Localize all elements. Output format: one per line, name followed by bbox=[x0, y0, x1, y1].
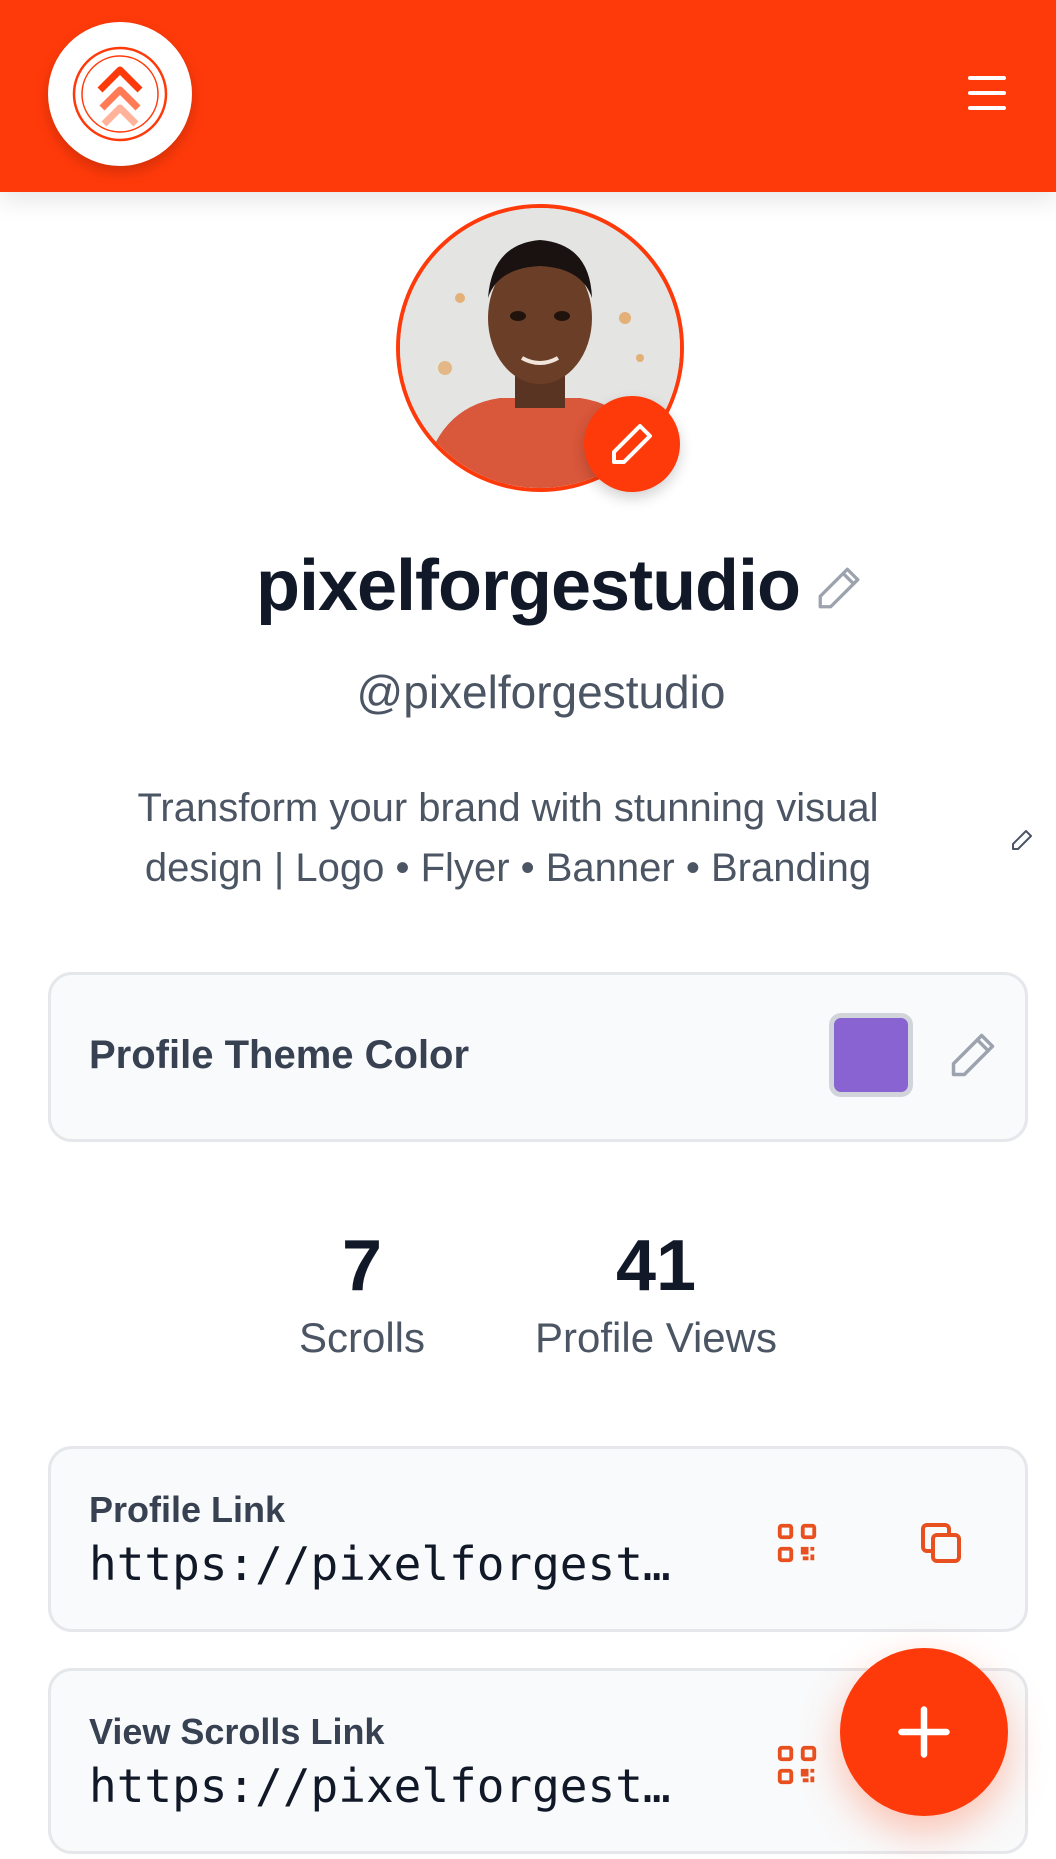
stat-label: Scrolls bbox=[298, 1314, 426, 1361]
qr-code-icon bbox=[777, 1745, 817, 1785]
qr-code-button[interactable] bbox=[769, 1737, 825, 1793]
link-url: https://pixelforgestudio.example.com/pro… bbox=[89, 1537, 689, 1591]
theme-color-label: Profile Theme Color bbox=[89, 1033, 470, 1077]
theme-color-card: Profile Theme Color bbox=[48, 972, 1028, 1142]
app-header bbox=[0, 0, 1056, 192]
display-name: pixelforgestudio bbox=[255, 546, 801, 626]
stat-value: 7 bbox=[341, 1226, 383, 1306]
plus-icon bbox=[898, 1706, 950, 1758]
pencil-icon bbox=[612, 424, 652, 464]
copy-icon bbox=[921, 1523, 961, 1563]
theme-color-swatch[interactable] bbox=[829, 1013, 913, 1097]
stat-value: 41 bbox=[615, 1226, 697, 1306]
copy-link-button[interactable] bbox=[913, 1515, 969, 1571]
link-title: Profile Link bbox=[89, 1489, 286, 1530]
edit-theme-icon[interactable] bbox=[947, 1029, 999, 1081]
stat-profile-views: 41 Profile Views bbox=[516, 1226, 796, 1366]
profile-link-card: Profile Link https://pixelforgestudio.ex… bbox=[48, 1446, 1028, 1632]
edit-avatar-button[interactable] bbox=[584, 396, 680, 492]
display-name-row: pixelforgestudio bbox=[0, 545, 1056, 627]
edit-bio-icon[interactable] bbox=[1010, 828, 1034, 852]
stat-label: Profile Views bbox=[535, 1314, 777, 1361]
qr-code-button[interactable] bbox=[769, 1515, 825, 1571]
link-url: https://pixelforgestudio.example.com/scr… bbox=[89, 1759, 689, 1813]
hamburger-menu-icon[interactable] bbox=[968, 76, 1006, 110]
double-chevron-up-icon bbox=[72, 46, 168, 142]
stat-scrolls: 7 Scrolls bbox=[282, 1226, 442, 1366]
profile-handle: @pixelforgestudio bbox=[356, 666, 726, 718]
avatar-container bbox=[396, 204, 684, 492]
edit-name-icon[interactable] bbox=[814, 563, 864, 613]
add-scroll-button[interactable] bbox=[840, 1648, 1008, 1816]
profile-bio: Transform your brand with stunning visua… bbox=[137, 786, 879, 890]
qr-code-icon bbox=[777, 1523, 817, 1563]
link-title: View Scrolls Link bbox=[89, 1711, 385, 1752]
logo[interactable] bbox=[48, 22, 192, 166]
